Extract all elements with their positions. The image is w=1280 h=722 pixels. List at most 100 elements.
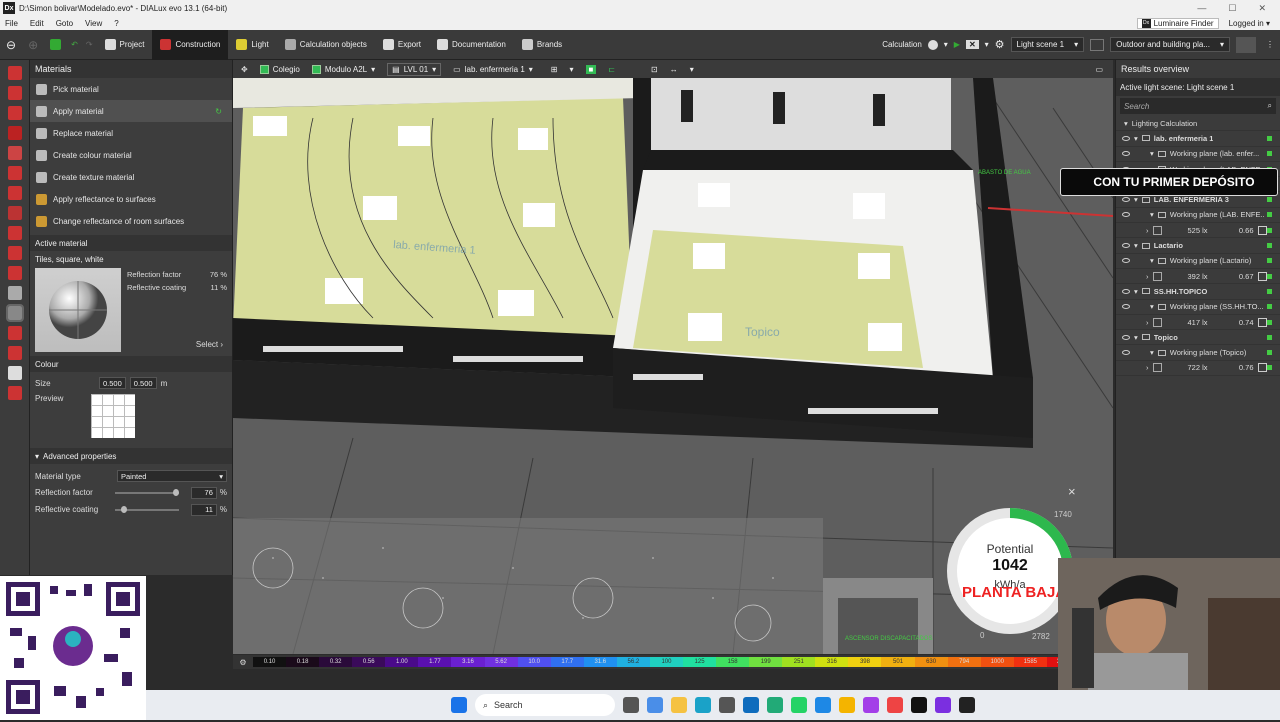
breadcrumb-level[interactable]: ▤ LVL 01 ▾ (387, 62, 442, 76)
start-calculation-icon[interactable]: ▶ (954, 40, 960, 49)
size-height-input[interactable]: 0.500 (129, 377, 157, 389)
app-icon[interactable] (767, 697, 783, 713)
tool-icon-9[interactable] (8, 226, 22, 240)
result-plane-row[interactable]: ▾ Working plane (SS.HH.TO... (1116, 300, 1280, 315)
tab-export[interactable]: Export (375, 30, 429, 60)
whatsapp-icon[interactable] (791, 697, 807, 713)
tool-icon-15[interactable] (8, 346, 22, 360)
result-values-row[interactable]: › 525 lx 0.66 (1116, 223, 1280, 239)
visibility-eye-icon[interactable] (1122, 304, 1130, 310)
fit-view-icon[interactable]: ⊡ (651, 65, 658, 74)
messenger-icon[interactable] (863, 697, 879, 713)
overlay-close-icon[interactable]: × (1068, 484, 1076, 499)
fullscreen-icon[interactable]: ▭ (1095, 65, 1103, 74)
change-reflectance-item[interactable]: Change reflectance of room surfaces (30, 210, 232, 232)
tool-icon-12[interactable] (8, 286, 22, 300)
vscode-icon[interactable] (815, 697, 831, 713)
reflective-coating-input[interactable]: 11 (191, 503, 217, 516)
paint-bucket-icon[interactable] (6, 304, 24, 322)
visibility-eye-icon[interactable] (1122, 197, 1130, 203)
graph-icon[interactable] (1257, 271, 1267, 281)
tab-brands[interactable]: Brands (514, 30, 570, 60)
tool-icon-17[interactable] (8, 386, 22, 400)
visibility-eye-icon[interactable] (1122, 135, 1130, 141)
tab-project[interactable]: Project (97, 30, 153, 60)
edge-icon[interactable] (695, 697, 711, 713)
light-scene-dropdown[interactable]: Light scene 1 ▾ (1010, 37, 1085, 52)
material-type-select[interactable]: Painted ▾ (117, 470, 227, 482)
minimize-icon[interactable]: — (1197, 3, 1206, 14)
chevron-down-icon[interactable]: ▾ (569, 65, 573, 74)
copilot-icon[interactable] (647, 697, 663, 713)
canva-icon[interactable] (935, 697, 951, 713)
tool-icon-8[interactable] (8, 206, 22, 220)
results-search-input[interactable]: Search ⌕ (1120, 98, 1276, 114)
menu-goto[interactable]: Goto (56, 19, 73, 28)
tool-icon-5[interactable] (8, 146, 22, 160)
more-options-icon[interactable]: ⋮ (1266, 40, 1274, 49)
select-material-button[interactable]: Select › (127, 340, 227, 349)
back-icon[interactable]: ⊖ (0, 30, 22, 60)
view-mode-icon[interactable]: ✥ (241, 65, 248, 74)
chevron-down-icon[interactable]: ▾ (690, 65, 694, 74)
outdoor-building-dropdown[interactable]: Outdoor and building pla... ▾ (1110, 37, 1230, 52)
result-room-row[interactable]: ▾ SS.HH.TOPICO (1116, 284, 1280, 300)
scale-settings-icon[interactable]: ⚙ (233, 658, 253, 667)
store-icon[interactable] (719, 697, 735, 713)
save-icon[interactable] (44, 30, 67, 60)
result-room-row[interactable]: ▾ lab. enfermeria 1 (1116, 131, 1280, 147)
reflective-coating-slider[interactable] (114, 505, 180, 513)
apply-reflectance-item[interactable]: Apply reflectance to surfaces (30, 188, 232, 210)
tool-icon-2[interactable] (8, 86, 22, 100)
tiktok-icon[interactable] (911, 697, 927, 713)
tool-icon-11[interactable] (8, 266, 22, 280)
create-texture-material-item[interactable]: Create texture material (30, 166, 232, 188)
windows-start-icon[interactable] (451, 697, 467, 713)
result-plane-row[interactable]: ▾ Working plane (LAB. ENFE... (1116, 208, 1280, 224)
pick-material-item[interactable]: Pick material (30, 78, 232, 100)
scene-options-icon[interactable] (1090, 38, 1105, 51)
visibility-eye-icon[interactable] (1122, 258, 1130, 264)
reflection-factor-slider[interactable] (114, 488, 180, 496)
graph-icon[interactable] (1257, 317, 1267, 327)
refresh-icon[interactable]: ↻ (215, 107, 222, 116)
menu-file[interactable]: File (5, 19, 18, 28)
tool-icon-7[interactable] (8, 186, 22, 200)
result-plane-row[interactable]: ▾ Working plane (Lactario) (1116, 254, 1280, 269)
taskbar-search[interactable]: ⌕ Search (475, 694, 615, 716)
result-plane-row[interactable]: ▾ Working plane (lab. enfer... (1116, 147, 1280, 162)
outlook-icon[interactable] (743, 697, 759, 713)
tool-icon-6[interactable] (8, 166, 22, 180)
settings-gear-icon[interactable]: ⚙ (995, 38, 1005, 51)
tool-icon-4[interactable] (8, 126, 22, 140)
visibility-eye-icon[interactable] (1122, 151, 1130, 157)
chrome-icon[interactable] (839, 697, 855, 713)
result-room-row[interactable]: ▾ Lactario (1116, 238, 1280, 254)
redo-icon[interactable]: ↷ (82, 30, 97, 60)
measure-icon[interactable]: ↔ (670, 65, 678, 74)
replace-material-item[interactable]: Replace material (30, 122, 232, 144)
result-values-row[interactable]: › 392 lx 0.67 (1116, 269, 1280, 285)
task-view-icon[interactable] (623, 697, 639, 713)
visibility-eye-icon[interactable] (1122, 243, 1130, 249)
tab-calculation-objects[interactable]: Calculation objects (277, 30, 375, 60)
maximize-icon[interactable]: ☐ (1228, 3, 1236, 14)
calculation-options-icon[interactable]: ▾ (985, 40, 989, 49)
graph-icon[interactable] (1257, 363, 1267, 373)
visibility-eye-icon[interactable] (1122, 212, 1130, 218)
lighting-calculation-group[interactable]: ▾ Lighting Calculation (1116, 116, 1280, 132)
grid-toggle-icon[interactable]: ⊞ (551, 65, 558, 74)
result-room-row[interactable]: ▾ Topico (1116, 330, 1280, 346)
tab-light[interactable]: Light (228, 30, 276, 60)
visibility-eye-icon[interactable] (1122, 334, 1130, 340)
undo-icon[interactable]: ↶ (67, 30, 82, 60)
file-explorer-icon[interactable] (671, 697, 687, 713)
advanced-properties-header[interactable]: ▾ Advanced properties (30, 448, 232, 464)
tool-icon-14[interactable] (8, 326, 22, 340)
tab-construction[interactable]: Construction (152, 29, 229, 60)
dialux-taskbar-icon[interactable] (959, 697, 975, 713)
tool-icon-1[interactable] (8, 66, 22, 80)
browser-icon[interactable] (887, 697, 903, 713)
breadcrumb-room[interactable]: ▭ lab. enfermeria 1 ▾ (453, 65, 533, 74)
forward-icon[interactable]: ⊕ (22, 30, 44, 60)
